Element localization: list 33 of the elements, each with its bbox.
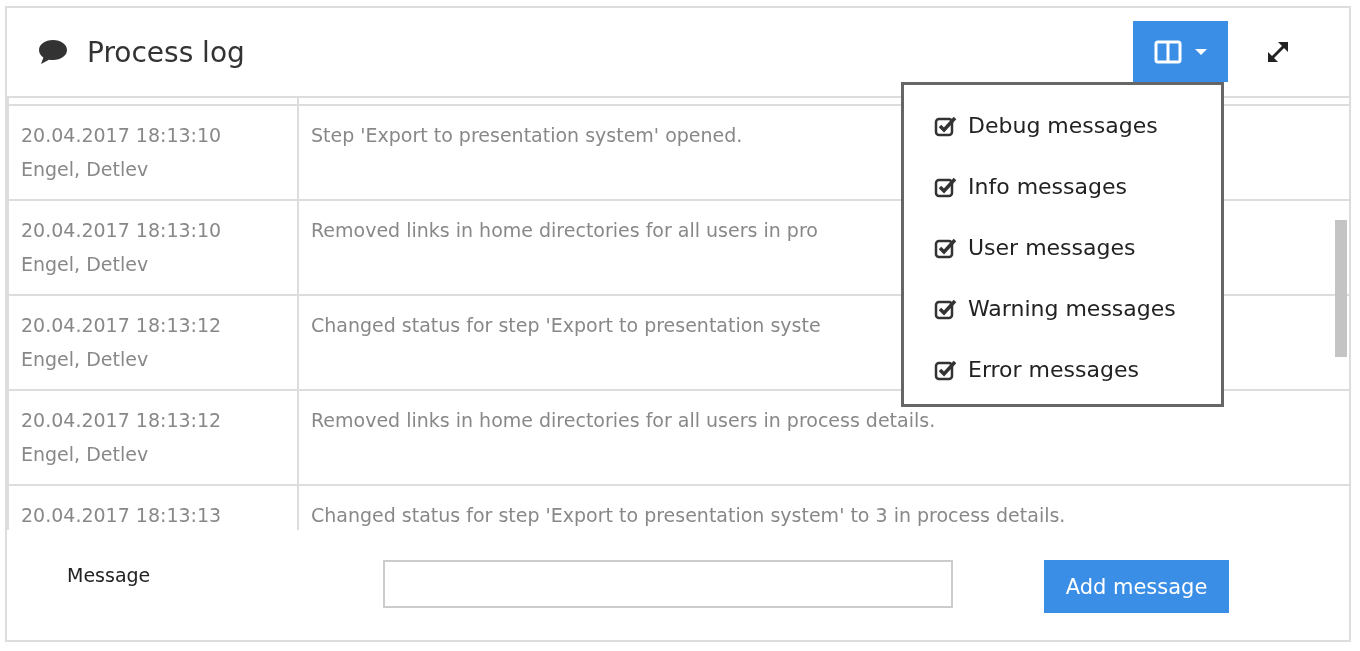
timestamp: 20.04.2017 18:13:12 — [21, 408, 223, 433]
log-message: Removed links in home directories for all users in process details. — [311, 408, 936, 433]
caret-icon — [1193, 47, 1208, 56]
user-name: Engel, Detlev — [21, 252, 150, 277]
panel-title: Process log — [87, 35, 245, 69]
user-name: Engel, Detlev — [21, 157, 150, 182]
message-label: Message — [67, 564, 151, 586]
columns-dropdown-button[interactable] — [1133, 21, 1228, 82]
log-message: Changed status for step 'Export to presentation syste — [311, 313, 821, 338]
checkbox-icon[interactable] — [934, 175, 958, 198]
user-name: Engel, Detlev — [21, 347, 150, 372]
checkbox-icon[interactable] — [934, 297, 958, 320]
checkbox-icon[interactable] — [934, 114, 958, 137]
message-input-field[interactable] — [383, 560, 953, 608]
filter-option[interactable]: User messages — [934, 217, 1221, 278]
timestamp: 20.04.2017 18:13:10 — [21, 218, 223, 243]
filter-option[interactable]: Warning messages — [934, 278, 1221, 339]
speech-bubble-icon — [37, 39, 69, 65]
timestamp: 20.04.2017 18:13:12 — [21, 313, 223, 338]
log-message: Step 'Export to presentation system' opened. — [311, 123, 743, 148]
filter-option[interactable]: Debug messages — [934, 95, 1221, 156]
filter-option[interactable]: Info messages — [934, 156, 1221, 217]
columns-icon — [1153, 39, 1182, 64]
scrollbar[interactable] — [1335, 220, 1347, 357]
timestamp: 20.04.2017 18:13:13 — [21, 503, 223, 528]
user-name: Engel, Detlev — [21, 442, 150, 467]
timestamp: 20.04.2017 18:13:10 — [21, 123, 223, 148]
log-message: Removed links in home directories for all users in pro — [311, 218, 818, 243]
checkbox-icon[interactable] — [934, 358, 958, 381]
expand-icon[interactable] — [1265, 39, 1291, 65]
filter-option[interactable]: Error messages — [934, 339, 1221, 400]
checkbox-icon[interactable] — [934, 236, 958, 259]
log-message: Changed status for step 'Export to presentation system' to 3 in process details. — [311, 503, 1066, 528]
